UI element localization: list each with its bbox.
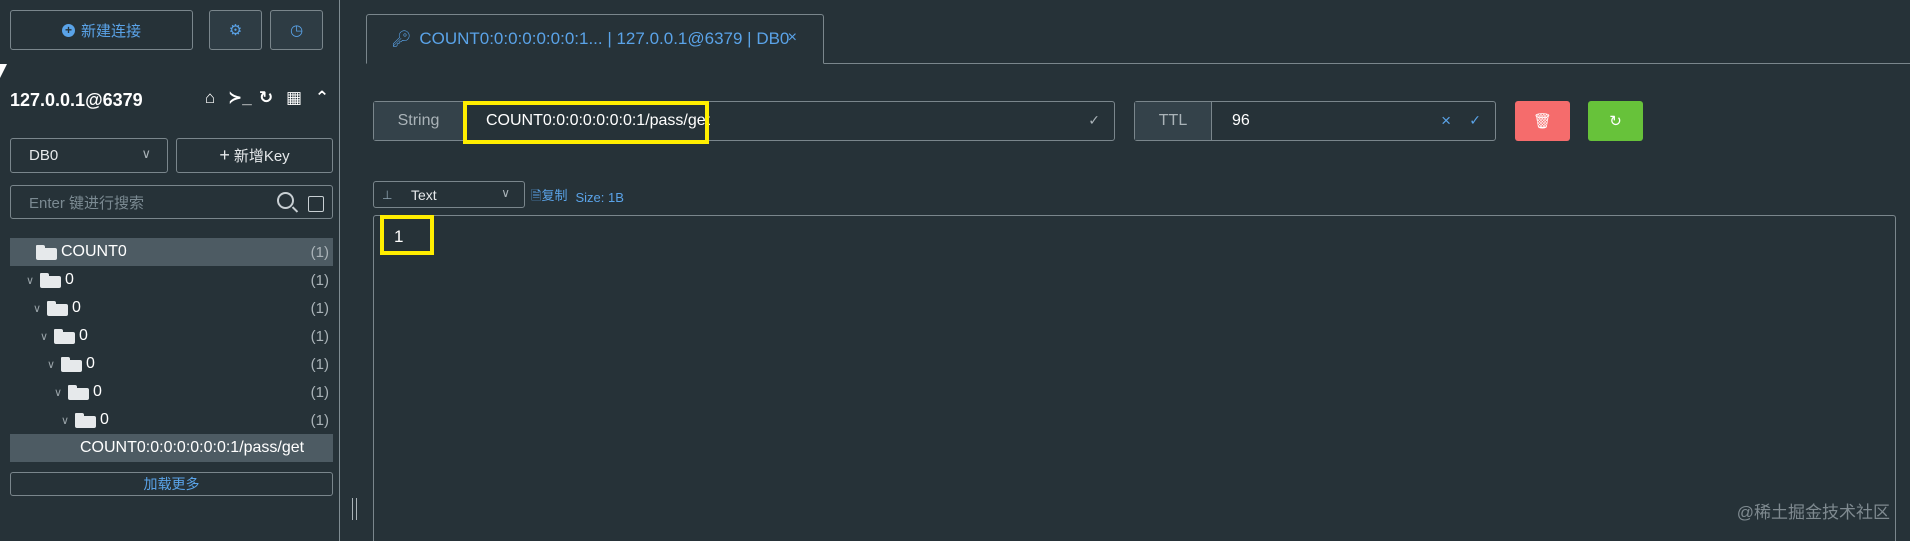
tree-node-count: (1) — [310, 355, 329, 373]
key-icon: 🔑︎ — [391, 31, 412, 48]
refresh-icon: ↻ — [1609, 113, 1622, 130]
new-connection-button[interactable]: + 新建连接 — [10, 10, 193, 50]
tree-folder-row[interactable]: ∨ 0 (1) — [10, 322, 333, 350]
delete-key-button[interactable]: 🗑︎ — [1515, 101, 1570, 141]
settings-button[interactable]: ⚙ — [209, 10, 262, 50]
tree-node-label: 0 — [79, 327, 88, 344]
tree-node-count: (1) — [310, 383, 329, 401]
tree-node-label: 0 — [93, 383, 102, 400]
new-key-button[interactable]: + 新增Key — [176, 138, 333, 173]
chevron-down-icon[interactable]: ∨ — [33, 302, 47, 315]
tree-node-label: 0 — [100, 411, 109, 428]
tree-node-label: COUNT0:0:0:0:0:0:0:1/pass/get — [80, 439, 305, 456]
key-name-highlight — [463, 101, 709, 144]
folder-open-icon — [36, 244, 57, 260]
db-select[interactable]: DB0 ∨ — [10, 138, 168, 173]
tree-folder-row[interactable]: ∨ 0 (1) — [10, 294, 333, 322]
refresh-key-button[interactable]: ↻ — [1588, 101, 1643, 141]
search-input[interactable]: Enter 键进行搜索 — [10, 185, 333, 219]
chevron-down-icon[interactable]: ∨ — [47, 358, 61, 371]
resize-handle[interactable] — [352, 498, 357, 520]
ttl-label: TTL — [1135, 102, 1212, 140]
trash-icon: 🗑︎ — [1532, 113, 1553, 130]
chevron-down-icon: ∨ — [501, 186, 510, 200]
copy-button[interactable]: 🗎︎复制 — [531, 185, 567, 209]
sitemap-icon: ⊥ — [382, 188, 393, 202]
ttl-field: TTL 96 × ✓ — [1134, 101, 1496, 141]
grid-icon[interactable]: ▦ — [284, 88, 304, 108]
new-key-label: 新增Key — [233, 148, 290, 165]
plus-icon: + — [219, 145, 230, 165]
search-icon[interactable] — [277, 192, 294, 209]
tab-key-detail[interactable]: 🔑︎ COUNT0:0:0:0:0:0:0:1... | 127.0.0.1@6… — [366, 14, 824, 64]
chevron-down-icon[interactable]: ∨ — [54, 386, 68, 399]
copy-label: 复制 — [541, 188, 568, 203]
connection-toolbar: ⌂ ≻_ ↻ ▦ ⌃ — [200, 88, 332, 108]
chevron-down-icon[interactable]: ∨ — [40, 330, 54, 343]
search-placeholder: Enter 键进行搜索 — [29, 194, 145, 212]
document-icon: 🗎︎ — [531, 188, 542, 203]
folder-open-icon — [40, 272, 61, 288]
value-editor[interactable]: 1 — [373, 215, 1896, 541]
tree-folder-row[interactable]: ∨ 0 (1) — [10, 378, 333, 406]
confirm-key-icon[interactable]: ✓ — [1088, 112, 1100, 129]
plus-circle-icon: + — [61, 23, 75, 37]
folder-open-icon — [61, 356, 82, 372]
chevron-up-icon[interactable]: ⌃ — [312, 88, 332, 108]
db-select-value: DB0 — [29, 147, 59, 164]
tree-node-count: (1) — [310, 243, 329, 261]
home-icon[interactable]: ⌂ — [200, 88, 220, 108]
size-label: Size: 1B — [575, 189, 624, 205]
tab-title: COUNT0:0:0:0:0:0:0:1... | 127.0.0.1@6379… — [419, 29, 790, 48]
tree-folder-row[interactable]: ∨ 0 (1) — [10, 266, 333, 294]
chevron-down-icon[interactable]: ∨ — [26, 274, 40, 287]
clock-icon: ◷ — [289, 22, 304, 39]
key-tree: COUNT0 (1) ∨ 0 (1) ∨ 0 (1) ∨ 0 (1) ∨ 0 (1) ∨ 0 (1) ∨ 0 (1) C… — [10, 238, 333, 462]
tree-folder-row[interactable]: COUNT0 (1) — [10, 238, 333, 266]
tree-node-count: (1) — [310, 271, 329, 289]
chevron-down-icon[interactable]: ∨ — [61, 414, 75, 427]
format-select[interactable]: ⊥ Text ∨ — [373, 181, 525, 208]
terminal-icon[interactable]: ≻_ — [228, 88, 252, 108]
confirm-ttl-icon[interactable]: ✓ — [1469, 112, 1481, 129]
load-more-button[interactable]: 加载更多 — [10, 472, 333, 496]
format-select-value: Text — [411, 186, 437, 203]
sidebar: + 新建连接 ⚙ ◷ 127.0.0.1@6379 ⌂ ≻_ ↻ ▦ ⌃ DB0… — [0, 0, 340, 541]
tree-folder-row[interactable]: ∨ 0 (1) — [10, 350, 333, 378]
exact-search-checkbox[interactable] — [308, 196, 324, 212]
tree-node-count: (1) — [310, 299, 329, 317]
connection-title: 127.0.0.1@6379 — [10, 90, 143, 110]
tree-key-row[interactable]: COUNT0:0:0:0:0:0:0:1/pass/get — [10, 434, 333, 462]
new-connection-label: 新建连接 — [80, 22, 141, 40]
tree-node-label: 0 — [65, 271, 74, 288]
tree-node-label: 0 — [72, 299, 81, 316]
folder-open-icon — [75, 412, 96, 428]
value-highlight — [380, 215, 434, 255]
gear-icon: ⚙ — [228, 22, 243, 39]
refresh-icon[interactable]: ↻ — [256, 88, 276, 108]
copy-area: 🗎︎复制 Size: 1B — [531, 185, 624, 209]
folder-open-icon — [68, 384, 89, 400]
tree-folder-row[interactable]: ∨ 0 (1) — [10, 406, 333, 434]
tree-node-label: 0 — [86, 355, 95, 372]
tree-node-count: (1) — [310, 411, 329, 429]
mouse-cursor-icon — [0, 64, 7, 78]
clear-ttl-icon[interactable]: × — [1441, 111, 1451, 131]
ttl-input[interactable]: 96 — [1232, 112, 1250, 130]
chevron-down-icon: ∨ — [141, 146, 151, 161]
history-button[interactable]: ◷ — [270, 10, 323, 50]
folder-open-icon — [47, 300, 68, 316]
key-type-label: String — [374, 102, 464, 140]
close-icon[interactable]: × — [788, 29, 797, 47]
watermark: @稀土掘金技术社区 — [1736, 503, 1890, 522]
tree-node-label: COUNT0 — [61, 243, 127, 260]
tree-node-count: (1) — [310, 327, 329, 345]
folder-open-icon — [54, 328, 75, 344]
